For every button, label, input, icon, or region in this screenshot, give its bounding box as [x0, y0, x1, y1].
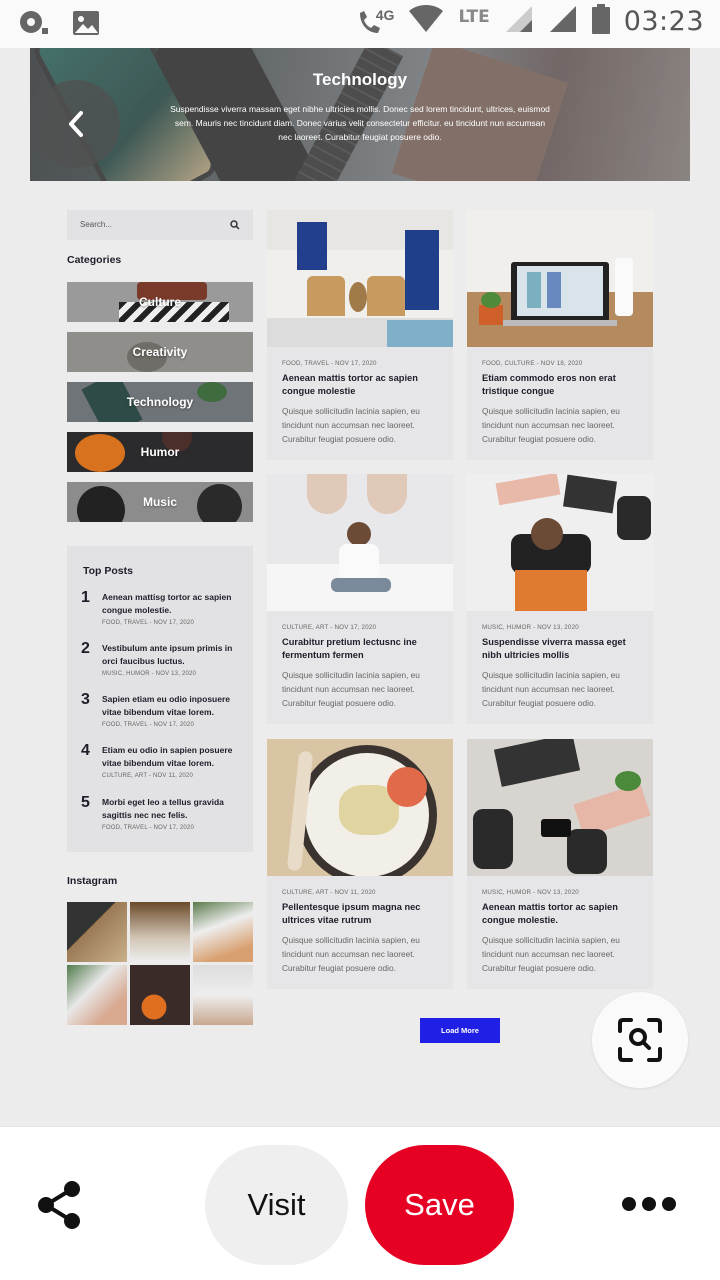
- visual-search-button[interactable]: [592, 992, 688, 1088]
- share-button[interactable]: [36, 1179, 84, 1236]
- post-excerpt: Quisque sollicitudin lacinia sapien, eu …: [282, 935, 420, 973]
- category-creativity[interactable]: Creativity: [67, 332, 253, 372]
- post-excerpt: Quisque sollicitudin lacinia sapien, eu …: [482, 935, 620, 973]
- top-post-number: 4: [81, 742, 90, 759]
- top-post-title: Morbi eget leo a tellus gravida sagittis…: [102, 797, 224, 820]
- top-post-number: 1: [81, 589, 90, 606]
- post-image: [267, 210, 453, 347]
- post-title[interactable]: Suspendisse viverra massa eget nibh ultr…: [482, 636, 642, 662]
- load-more-button[interactable]: Load More: [420, 1018, 500, 1043]
- post-meta: CULTURE, ART - NOV 11, 2020: [282, 889, 376, 896]
- notification-icon: [18, 8, 50, 43]
- instagram-photo[interactable]: [130, 965, 190, 1025]
- more-dot-icon: [642, 1197, 656, 1211]
- category-label: Creativity: [132, 345, 188, 359]
- hero-title: Technology: [312, 70, 408, 89]
- instagram-photo[interactable]: [130, 902, 190, 962]
- clock: 03:23: [623, 6, 704, 37]
- share-icon: [38, 1181, 80, 1229]
- post-excerpt: Quisque sollicitudin lacinia sapien, eu …: [482, 670, 620, 708]
- more-options-button[interactable]: [622, 1197, 676, 1211]
- post-image: [467, 739, 653, 876]
- top-post-meta: FOOD, TRAVEL - NOV 17, 2020: [102, 620, 194, 626]
- top-post-meta: FOOD, TRAVEL - NOV 17, 2020: [102, 825, 194, 831]
- post-excerpt: Quisque sollicitudin lacinia sapien, eu …: [282, 406, 420, 444]
- network-type: 4G: [375, 6, 395, 23]
- post-meta: CULTURE, ART - NOV 17, 2020: [282, 624, 377, 631]
- post-card[interactable]: MUSIC, HUMOR - NOV 13, 2020 Suspendisse …: [467, 474, 653, 724]
- category-music[interactable]: Music: [67, 482, 253, 522]
- post-card[interactable]: MUSIC, HUMOR - NOV 13, 2020 Aenean matti…: [467, 739, 653, 989]
- category-label: Music: [142, 495, 177, 509]
- battery-icon: [591, 4, 610, 39]
- search-placeholder: Search...: [80, 220, 113, 229]
- post-title[interactable]: Aenean mattis tortor ac sapien congue mo…: [282, 372, 442, 398]
- signal-icon-1: [504, 4, 534, 39]
- top-post-number: 3: [81, 691, 90, 708]
- call-4g-icon: 4G: [356, 6, 395, 37]
- more-dot-icon: [622, 1197, 636, 1211]
- bottom-action-bar: Visit Save: [0, 1126, 720, 1280]
- category-label: Technology: [126, 395, 194, 409]
- post-meta: FOOD, CULTURE - NOV 18, 2020: [482, 360, 583, 367]
- top-posts-heading: Top Posts: [83, 565, 133, 577]
- screen: 4G LTE 03:23 Technology Suspendisse vive…: [0, 0, 720, 1280]
- post-meta: MUSIC, HUMOR - NOV 13, 2020: [482, 889, 579, 896]
- post-card[interactable]: CULTURE, ART - NOV 17, 2020 Curabitur pr…: [267, 474, 453, 724]
- search-icon: [230, 220, 240, 230]
- instagram-grid: [67, 902, 253, 1026]
- lte-label: LTE: [458, 6, 490, 27]
- top-post-number: 5: [81, 794, 90, 811]
- hero-description: Suspendisse viverra massam eget nibhe ul…: [170, 104, 550, 142]
- lens-search-icon: [618, 1018, 662, 1062]
- post-image: [467, 210, 653, 347]
- instagram-photo[interactable]: [193, 965, 253, 1025]
- top-post-title: Aenean mattisg tortor ac sapien congue m…: [102, 592, 232, 615]
- category-humor[interactable]: Humor: [67, 432, 253, 472]
- top-posts-panel: Top Posts 1 Aenean mattisg tortor ac sap…: [67, 546, 253, 852]
- post-meta: MUSIC, HUMOR - NOV 13, 2020: [482, 624, 579, 631]
- gallery-icon: [72, 9, 100, 42]
- wifi-icon: [408, 4, 444, 39]
- post-excerpt: Quisque sollicitudin lacinia sapien, eu …: [282, 670, 420, 708]
- more-dot-icon: [662, 1197, 676, 1211]
- post-image: [267, 474, 453, 611]
- top-post-number: 2: [81, 640, 90, 657]
- post-title[interactable]: Etiam commodo eros non erat tristique co…: [482, 372, 642, 398]
- search-input[interactable]: Search...: [67, 210, 253, 240]
- top-post-title: Vestibulum ante ipsum primis in orci fau…: [102, 643, 233, 666]
- post-image: [467, 474, 653, 611]
- top-post-meta: FOOD, TRAVEL - NOV 17, 2020: [102, 722, 194, 728]
- category-culture[interactable]: Culture: [67, 282, 253, 322]
- visit-button[interactable]: Visit: [205, 1145, 348, 1265]
- chevron-left-icon: [69, 111, 83, 137]
- back-button[interactable]: [32, 80, 120, 168]
- post-image: [267, 739, 453, 876]
- instagram-photo[interactable]: [67, 902, 127, 962]
- categories-heading: Categories: [67, 254, 122, 266]
- signal-icon-2: [548, 4, 578, 39]
- instagram-photo[interactable]: [193, 902, 253, 962]
- hero-banner: Technology Suspendisse viverra massam eg…: [30, 48, 690, 181]
- post-card[interactable]: FOOD, CULTURE - NOV 18, 2020 Etiam commo…: [467, 210, 653, 460]
- category-label: Humor: [140, 445, 180, 459]
- status-bar: 4G LTE 03:23: [0, 0, 720, 48]
- top-post-meta: MUSIC, HUMOR - NOV 13, 2020: [102, 671, 197, 677]
- post-title[interactable]: Aenean mattis tortor ac sapien congue mo…: [482, 901, 642, 927]
- save-button[interactable]: Save: [365, 1145, 514, 1265]
- top-post-title: Etiam eu odio in sapien posuere vitae bi…: [102, 745, 233, 768]
- post-excerpt: Quisque sollicitudin lacinia sapien, eu …: [482, 406, 620, 444]
- post-meta: FOOD, TRAVEL - NOV 17, 2020: [282, 360, 377, 367]
- category-technology[interactable]: Technology: [67, 382, 253, 422]
- top-post-meta: CULTURE, ART - NOV 11, 2020: [102, 773, 193, 779]
- post-card[interactable]: CULTURE, ART - NOV 11, 2020 Pellentesque…: [267, 739, 453, 989]
- top-post-title: Sapien etiam eu odio inposuere vitae bib…: [102, 694, 230, 717]
- category-label: Culture: [139, 295, 181, 309]
- post-title[interactable]: Curabitur pretium lectusnc ine fermentum…: [282, 636, 442, 662]
- post-card[interactable]: FOOD, TRAVEL - NOV 17, 2020 Aenean matti…: [267, 210, 453, 460]
- instagram-heading: Instagram: [67, 875, 118, 887]
- post-title[interactable]: Pellentesque ipsum magna nec ultrices vi…: [282, 901, 442, 927]
- instagram-photo[interactable]: [67, 965, 127, 1025]
